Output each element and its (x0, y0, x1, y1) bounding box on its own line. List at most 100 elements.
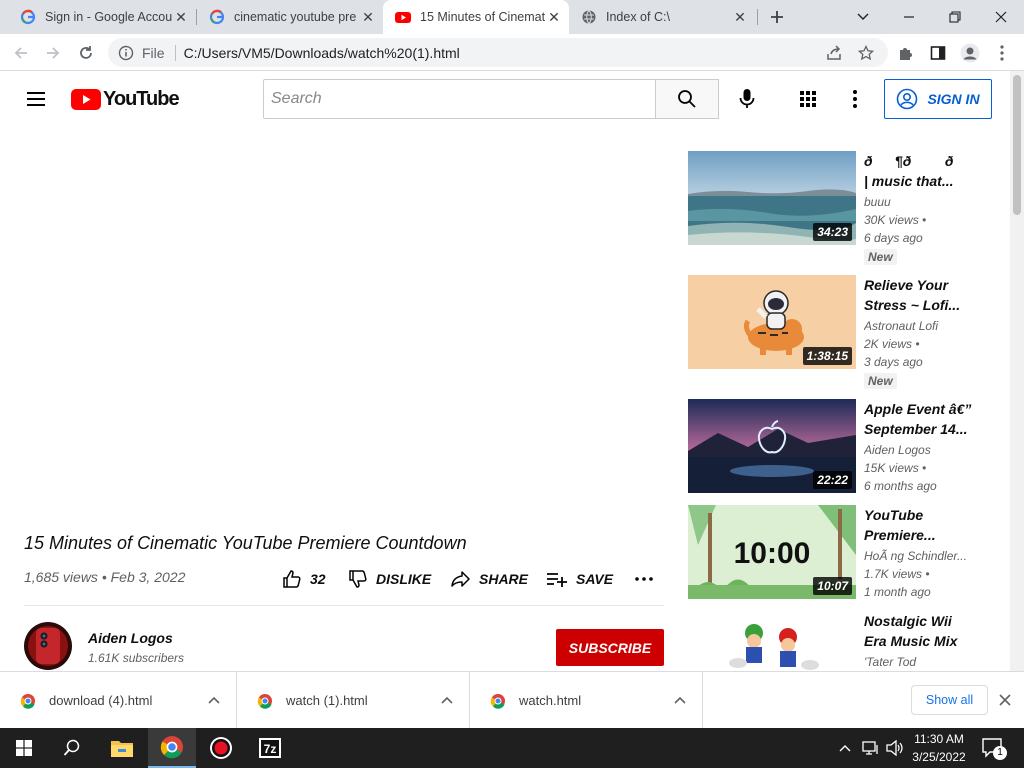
browser-toolbar: File C:/Users/VM5/Downloads/watch%20(1).… (0, 34, 1024, 71)
taskbar-7zip[interactable]: 7z (246, 728, 294, 768)
tab-youtube-active[interactable]: 15 Minutes of Cinemat ✕ (383, 0, 569, 34)
minimize-button[interactable] (886, 0, 932, 34)
page-scrollbar[interactable] (1010, 71, 1024, 671)
address-url[interactable]: C:/Users/VM5/Downloads/watch%20(1).html (184, 45, 460, 61)
address-bar[interactable]: File C:/Users/VM5/Downloads/watch%20(1).… (108, 38, 888, 67)
tab-close-icon[interactable]: ✕ (547, 10, 561, 24)
download-filename: watch (1).html (286, 693, 368, 708)
start-button[interactable] (0, 728, 48, 768)
tab-close-icon[interactable]: ✕ (733, 10, 747, 24)
recommendation-channel: Astronaut Lofi (864, 319, 939, 333)
download-item[interactable]: watch (1).html (237, 672, 470, 729)
video-duration: 34:23 (813, 223, 852, 241)
recommendation-item[interactable]: Nostalgic Wii Era Music Mix 'Tater Tod (688, 611, 978, 671)
tab-search-button[interactable] (840, 0, 886, 34)
recommendation-item[interactable]: 10:00 10:07 YouTube Premiere... HoÃ ng S… (688, 505, 978, 605)
restore-button[interactable] (932, 0, 978, 34)
recommendation-title[interactable]: ð¶ððð | music that... (864, 151, 974, 191)
network-button[interactable] (862, 740, 880, 756)
share-button[interactable]: SHARE (451, 567, 528, 591)
subscribe-button[interactable]: SUBSCRIBE (556, 629, 664, 666)
recommendation-item[interactable]: 22:22 Apple Event â€” September 14... Ai… (688, 399, 978, 499)
taskbar-recorder[interactable] (197, 728, 245, 768)
extensions-button[interactable] (893, 40, 919, 66)
recommendation-title[interactable]: Apple Event â€” September 14... (864, 399, 974, 439)
share-page-button[interactable] (821, 40, 847, 66)
search-input[interactable]: Search (263, 79, 656, 119)
more-actions-button[interactable] (635, 567, 661, 591)
sign-in-button[interactable]: SIGN IN (884, 79, 992, 119)
video-thumbnail[interactable]: 10:00 10:07 (688, 505, 856, 599)
voice-search-button[interactable] (737, 87, 757, 111)
chevron-up-icon (839, 745, 851, 752)
recommendation-item[interactable]: 1:38:15 Relieve Your Stress ~ Lofi... As… (688, 275, 978, 389)
video-thumbnail[interactable] (688, 611, 856, 671)
apps-button[interactable] (799, 90, 817, 108)
video-thumbnail[interactable]: 34:23 (688, 151, 856, 245)
taskbar-file-explorer[interactable] (98, 728, 146, 768)
side-panel-button[interactable] (925, 40, 951, 66)
new-tab-button[interactable] (754, 0, 800, 34)
tab-cinematic-search[interactable]: cinematic youtube pre ✕ (197, 0, 383, 34)
tab-close-icon[interactable]: ✕ (361, 10, 375, 24)
tab-close-icon[interactable]: ✕ (174, 10, 188, 24)
recommendation-channel: 'Tater Tod (864, 655, 917, 669)
volume-button[interactable] (886, 740, 904, 756)
download-item[interactable]: download (4).html (0, 672, 237, 729)
clock-time: 11:30 AM (914, 732, 964, 746)
youtube-icon (395, 12, 411, 23)
reload-button[interactable] (73, 40, 99, 66)
notifications-button[interactable]: 1 (982, 738, 1007, 760)
taskbar-search-button[interactable] (48, 728, 96, 768)
video-thumbnail[interactable]: 1:38:15 (688, 275, 856, 369)
video-thumbnail[interactable]: 22:22 (688, 399, 856, 493)
info-icon[interactable] (118, 45, 134, 61)
youtube-logo[interactable]: YouTube (71, 88, 180, 111)
channel-name[interactable]: Aiden Logos (88, 630, 173, 646)
recommendation-views: 15K views • (864, 461, 927, 475)
taskbar-chrome[interactable] (148, 728, 196, 768)
close-downloads-button[interactable] (999, 694, 1011, 706)
share-label: SHARE (479, 571, 529, 587)
channel-avatar[interactable] (24, 622, 72, 670)
video-player[interactable] (24, 145, 664, 520)
bookmark-button[interactable] (853, 40, 879, 66)
tab-google-sign-in[interactable]: Sign in - Google Accou ✕ (8, 0, 196, 34)
back-button[interactable] (8, 40, 34, 66)
speaker-icon (886, 740, 903, 756)
browser-menu-button[interactable] (989, 40, 1015, 66)
like-button[interactable]: 32 (282, 567, 326, 591)
playlist-add-icon (547, 573, 567, 587)
tab-title: cinematic youtube pre (234, 10, 357, 24)
tab-index-of-c[interactable]: Index of C:\ ✕ (569, 0, 755, 34)
recommendation-title[interactable]: Relieve Your Stress ~ Lofi... (864, 275, 974, 315)
show-all-downloads-button[interactable]: Show all (911, 685, 988, 715)
meta-separator: • (101, 569, 107, 585)
download-filename: watch.html (519, 693, 582, 708)
chrome-file-icon (257, 693, 272, 709)
recommendation-title[interactable]: Nostalgic Wii Era Music Mix (864, 611, 974, 651)
chevron-up-icon[interactable] (208, 692, 220, 708)
guide-menu-button[interactable] (24, 87, 48, 111)
google-g-icon (20, 9, 36, 25)
minimize-icon (904, 16, 914, 18)
scrollbar-thumb[interactable] (1013, 75, 1021, 215)
profile-button[interactable] (957, 40, 983, 66)
dislike-button[interactable]: DISLIKE (348, 567, 431, 591)
tab-title: Sign in - Google Accou (45, 10, 173, 24)
tab-title: 15 Minutes of Cinemat (420, 10, 546, 24)
recommendation-item[interactable]: 34:23 ð¶ððð | music that... b… (688, 151, 978, 265)
forward-button[interactable] (40, 40, 66, 66)
recommendation-views: 30K views • (864, 213, 927, 227)
show-hidden-icons-button[interactable] (839, 740, 851, 756)
save-button[interactable]: SAVE (546, 567, 613, 591)
close-window-button[interactable] (978, 0, 1024, 34)
recommendation-title[interactable]: YouTube Premiere... (864, 505, 974, 545)
settings-menu-button[interactable] (853, 90, 857, 108)
chevron-up-icon[interactable] (674, 692, 686, 708)
svg-text:7z: 7z (264, 742, 277, 756)
chevron-up-icon[interactable] (441, 692, 453, 708)
taskbar-clock[interactable]: 11:30 AM 3/25/2022 (906, 730, 972, 766)
download-item[interactable]: watch.html (470, 672, 703, 729)
search-button[interactable] (655, 79, 719, 119)
